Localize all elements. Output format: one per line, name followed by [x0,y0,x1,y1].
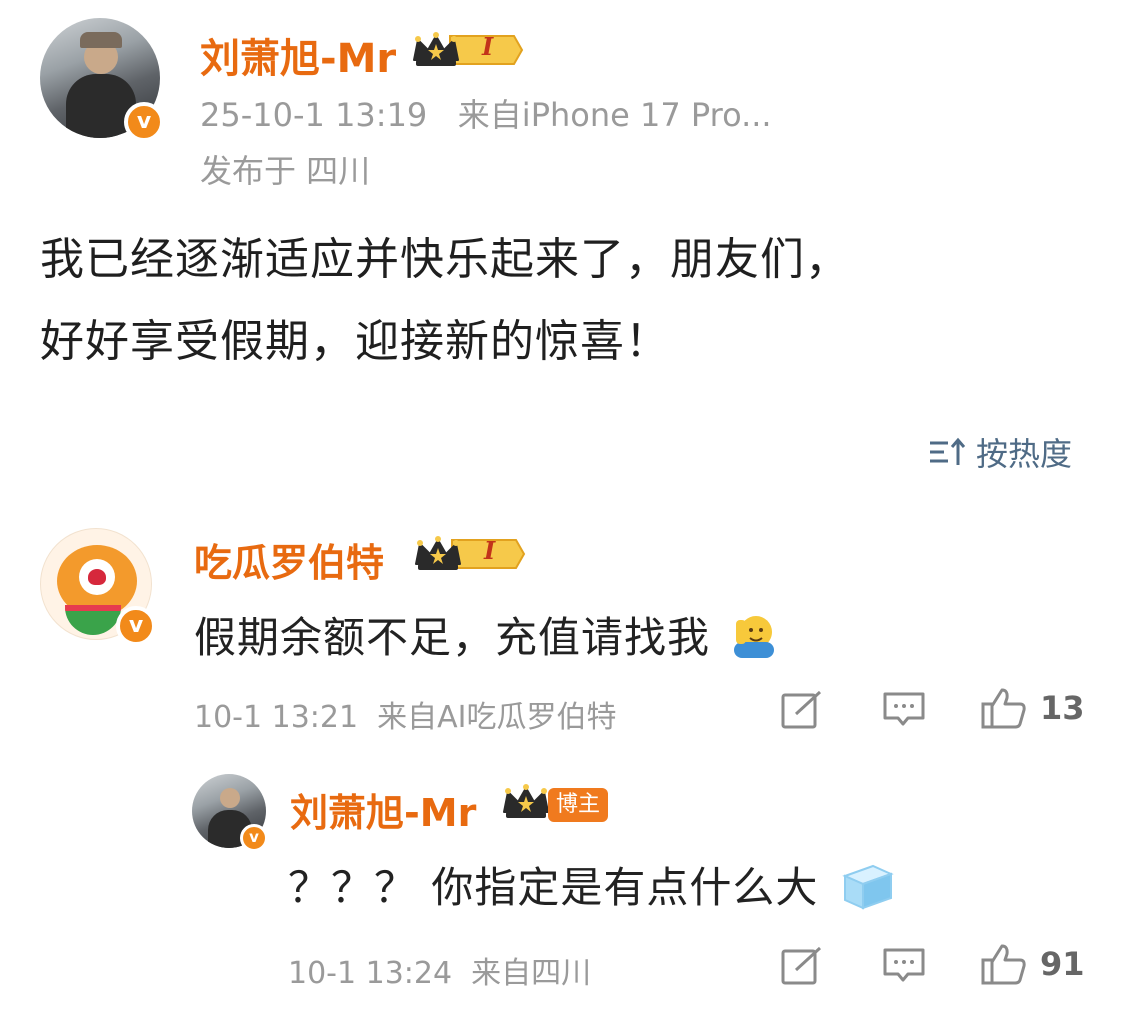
sort-by-heat-button[interactable]: 按热度 [928,430,1072,474]
reply-comment-icon[interactable] [882,946,926,986]
post-body: 我已经逐渐适应并快乐起来了，朋友们， 好好享受假期，迎接新的惊喜！ [40,228,1100,374]
reply-body: ？？？ 你指定是有点什么大 [288,863,819,912]
reply-author-name[interactable]: 刘萧旭-Mr [290,782,476,837]
salute-emoji-icon [730,612,778,660]
post-meta-line: 25-10-1 13:19 来自iPhone 17 Pro... [200,90,772,136]
commenter-name[interactable]: 吃瓜罗伯特 [194,532,384,587]
comment-body: 假期余额不足，充值请找我 [194,613,711,662]
reply-meta: 10-1 13:24 来自四川 [288,948,591,992]
reply-text: ？？？ 你指定是有点什么大 [288,854,895,915]
post-text-line-2: 好好享受假期，迎接新的惊喜！ [40,316,670,367]
comment-time: 10-1 13:21 [194,700,359,735]
rank-level: I [484,536,496,565]
verified-badge-icon: v [240,824,268,852]
comment-source: 来自AI吃瓜罗伯特 [377,700,617,735]
crown-badge-icon [500,782,550,822]
rank-level: I [482,32,494,61]
sort-label: 按热度 [976,435,1073,473]
crown-rank-badge-icon[interactable]: I [412,534,526,574]
thumbs-up-icon [980,942,1028,986]
like-count: 91 [1040,945,1085,983]
commenter-avatar[interactable]: v [40,528,156,646]
reply-author-avatar[interactable]: v [192,774,268,852]
verified-badge-icon: v [116,606,156,646]
repost-icon[interactable] [780,946,824,986]
repost-icon[interactable] [780,690,824,730]
reply-time: 10-1 13:24 [288,956,453,991]
post-author-avatar[interactable]: v [40,18,164,142]
post-time: 25-10-1 13:19 [200,96,428,134]
post-source: 来自iPhone 17 Pro... [457,96,772,134]
sort-icon [928,435,966,469]
comment-meta: 10-1 13:21 来自AI吃瓜罗伯特 [194,692,617,736]
ice-cube-emoji-icon [839,862,895,912]
thumbs-up-icon [980,686,1028,730]
post-text-line-1: 我已经逐渐适应并快乐起来了，朋友们， [40,234,850,285]
like-button[interactable]: 91 [980,942,1085,986]
post-location: 发布于 四川 [200,152,371,190]
reply-comment-icon[interactable] [882,690,926,730]
crown-rank-badge-icon[interactable]: I [410,30,524,70]
comment-text: 假期余额不足，充值请找我 [194,604,778,665]
verified-badge-icon: v [124,102,164,142]
blogger-tag: 博主 [548,788,609,822]
like-button[interactable]: 13 [980,686,1085,730]
post-author-name[interactable]: 刘萧旭-Mr [200,26,396,84]
reply-source: 来自四川 [471,956,592,991]
like-count: 13 [1040,689,1085,727]
